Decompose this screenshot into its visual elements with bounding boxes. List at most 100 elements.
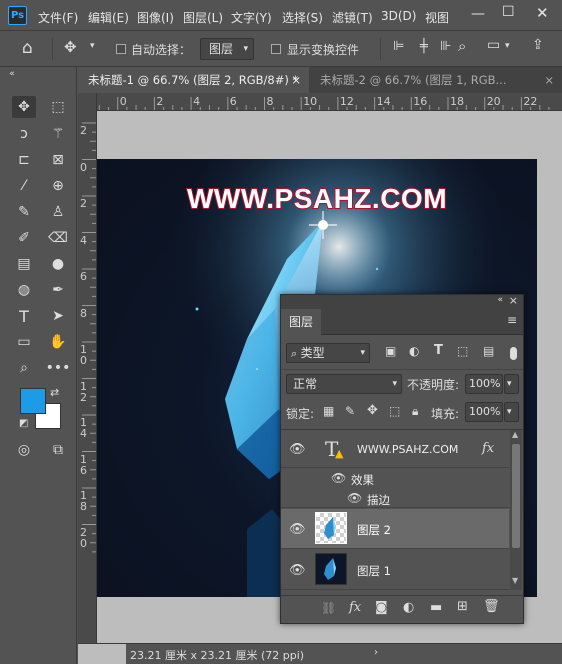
move-tool-icon[interactable]: ✥ bbox=[12, 96, 36, 118]
filter-type-icon[interactable]: T bbox=[434, 343, 443, 358]
add-mask-icon[interactable]: ◙ bbox=[375, 600, 388, 615]
search-icon[interactable]: ⌕ bbox=[458, 37, 466, 55]
menu-type[interactable]: 文字(Y) bbox=[231, 9, 272, 26]
pen-tool-icon[interactable]: ✒ bbox=[46, 279, 70, 301]
gradient-tool-icon[interactable]: ▤ bbox=[12, 253, 36, 275]
rectangle-tool-icon[interactable]: ▭ bbox=[12, 331, 36, 353]
layer-row-1[interactable]: 👁︎ 图层 1 bbox=[281, 550, 509, 590]
frame-tool-icon[interactable]: ⊠ bbox=[46, 149, 70, 171]
close-panel-icon[interactable]: × bbox=[509, 294, 518, 307]
stroke-effect-row[interactable]: 👁︎ 描边 bbox=[281, 488, 509, 508]
lasso-tool-icon[interactable]: ↄ bbox=[12, 123, 36, 145]
status-menu-arrow-icon[interactable]: › bbox=[374, 647, 378, 658]
marquee-tool-icon[interactable]: ⬚ bbox=[46, 96, 70, 118]
layer-list-scrollbar[interactable]: ▲ ▼ bbox=[510, 430, 522, 590]
lock-transparent-icon[interactable]: ▦ bbox=[323, 404, 334, 418]
chevron-down-icon[interactable]: ▾ bbox=[90, 41, 95, 51]
workspace-icon[interactable]: ▭ bbox=[487, 37, 500, 53]
move-tool-icon[interactable]: ✥ bbox=[64, 38, 77, 56]
lock-pixels-icon[interactable]: ✎ bbox=[345, 404, 355, 418]
scroll-up-icon[interactable]: ▲ bbox=[512, 430, 518, 439]
lock-position-icon[interactable]: ✥ bbox=[367, 403, 378, 418]
home-icon[interactable]: ⌂ bbox=[22, 38, 33, 58]
tab-layers[interactable]: 图层 bbox=[281, 309, 321, 335]
eyedropper-icon[interactable]: ⁄ bbox=[12, 175, 36, 197]
default-colors-icon[interactable]: ◩ bbox=[19, 418, 28, 429]
filter-adjustment-icon[interactable]: ◐ bbox=[409, 344, 419, 358]
filter-toggle[interactable] bbox=[510, 347, 517, 360]
patch-tool-icon[interactable]: ⊕ bbox=[46, 175, 70, 197]
show-transform-checkbox[interactable] bbox=[271, 44, 281, 54]
layer-row-2[interactable]: 👁︎ 图层 2 bbox=[281, 509, 509, 549]
panel-menu-icon[interactable]: ≡ bbox=[507, 313, 517, 327]
effects-row[interactable]: 👁︎ 效果 bbox=[281, 468, 509, 488]
path-select-icon[interactable]: ➤ bbox=[46, 305, 70, 327]
foreground-color-swatch[interactable] bbox=[20, 388, 46, 414]
align-right-icon[interactable]: ⊪ bbox=[440, 39, 451, 54]
align-left-icon[interactable]: ⊫ bbox=[393, 39, 404, 54]
dodge-tool-icon[interactable]: ◍ bbox=[12, 279, 36, 301]
eye-icon[interactable]: 👁︎ bbox=[289, 442, 306, 457]
lock-all-icon[interactable]: 🔒︎ bbox=[412, 404, 418, 419]
delete-layer-icon[interactable]: 🗑︎ bbox=[483, 599, 500, 614]
eraser-icon[interactable]: ⌫ bbox=[46, 227, 70, 249]
menu-layer[interactable]: 图层(L) bbox=[183, 9, 223, 26]
swap-colors-icon[interactable]: ⇄ bbox=[50, 386, 59, 399]
filter-smart-object-icon[interactable]: ▤ bbox=[483, 344, 494, 358]
opacity-dropdown-icon[interactable]: ▾ bbox=[504, 374, 519, 394]
filter-pixel-icon[interactable]: ▣ bbox=[385, 344, 396, 358]
fill-dropdown-icon[interactable]: ▾ bbox=[504, 402, 519, 422]
maximize-icon[interactable]: ☐ bbox=[502, 4, 515, 20]
align-center-icon[interactable]: ╪ bbox=[420, 39, 428, 54]
layer-row-text[interactable]: 👁︎ T ▲ WWW.PSAHZ.COM fx bbox=[281, 430, 509, 468]
fx-icon[interactable]: fx bbox=[482, 441, 494, 456]
auto-select-checkbox[interactable] bbox=[116, 44, 126, 54]
eye-icon[interactable]: 👁︎ bbox=[289, 522, 306, 537]
zoom-tool-icon[interactable]: ⌕ bbox=[12, 357, 36, 379]
eye-icon[interactable]: 👁︎ bbox=[289, 563, 306, 578]
type-tool-icon[interactable]: T bbox=[12, 305, 36, 327]
link-layers-icon[interactable]: ⛓ bbox=[321, 601, 336, 615]
close-tab-icon[interactable]: × bbox=[291, 67, 301, 93]
menu-filter[interactable]: 滤镜(T) bbox=[332, 9, 373, 26]
scrollbar-thumb[interactable] bbox=[512, 444, 520, 548]
adjustment-layer-icon[interactable]: ◐ bbox=[403, 600, 414, 615]
opacity-field[interactable]: 100% bbox=[465, 374, 503, 394]
filter-shape-icon[interactable]: ⬚ bbox=[457, 344, 468, 358]
close-tab-icon[interactable]: × bbox=[544, 67, 554, 93]
menu-view[interactable]: 视图 bbox=[425, 9, 449, 26]
hand-tool-icon[interactable]: ✋ bbox=[46, 331, 70, 353]
close-window-icon[interactable]: ✕ bbox=[536, 4, 549, 22]
collapse-panel-icon[interactable]: « bbox=[497, 295, 503, 305]
menu-3d[interactable]: 3D(D) bbox=[381, 9, 416, 23]
zoom-field[interactable] bbox=[78, 644, 126, 664]
new-layer-icon[interactable]: ⊞ bbox=[457, 599, 468, 614]
fx-add-style-icon[interactable]: fx bbox=[349, 600, 361, 615]
quick-mask-icon[interactable]: ◎ bbox=[12, 439, 36, 461]
screen-mode-icon[interactable]: ⧉ bbox=[46, 439, 70, 461]
fill-field[interactable]: 100% bbox=[465, 402, 503, 422]
blend-mode-dropdown[interactable]: 正常 ▾ bbox=[286, 374, 402, 394]
brush-tool-icon[interactable]: ✎ bbox=[12, 201, 36, 223]
menu-file[interactable]: 文件(F) bbox=[38, 9, 78, 26]
filter-kind-dropdown[interactable]: ⌕ 类型 ▾ bbox=[286, 343, 370, 363]
crop-tool-icon[interactable]: ⊏ bbox=[12, 149, 36, 171]
menu-edit[interactable]: 编辑(E) bbox=[88, 9, 129, 26]
new-group-icon[interactable]: ▬ bbox=[430, 600, 442, 615]
eye-icon[interactable]: 👁︎ bbox=[347, 491, 362, 505]
scroll-down-icon[interactable]: ▼ bbox=[512, 576, 518, 585]
auto-select-dropdown[interactable]: 图层 ▾ bbox=[200, 38, 254, 60]
lock-artboard-icon[interactable]: ⬚ bbox=[389, 404, 400, 418]
stamp-tool-icon[interactable]: ♙ bbox=[46, 201, 70, 223]
minimize-icon[interactable]: — bbox=[471, 6, 485, 22]
eye-icon[interactable]: 👁︎ bbox=[331, 471, 346, 485]
tab-document-2[interactable]: 未标题-2 @ 66.7% (图层 1, RGB... × bbox=[310, 67, 562, 93]
blur-tool-icon[interactable]: ● bbox=[46, 253, 70, 275]
menu-select[interactable]: 选择(S) bbox=[282, 9, 323, 26]
share-icon[interactable]: ⇪ bbox=[532, 37, 544, 53]
chevron-down-icon[interactable]: ▾ bbox=[505, 41, 510, 51]
more-tools-icon[interactable]: ••• bbox=[46, 357, 71, 379]
menu-image[interactable]: 图像(I) bbox=[137, 9, 174, 26]
collapse-icon[interactable]: « bbox=[4, 68, 20, 80]
history-brush-icon[interactable]: ✐ bbox=[12, 227, 36, 249]
